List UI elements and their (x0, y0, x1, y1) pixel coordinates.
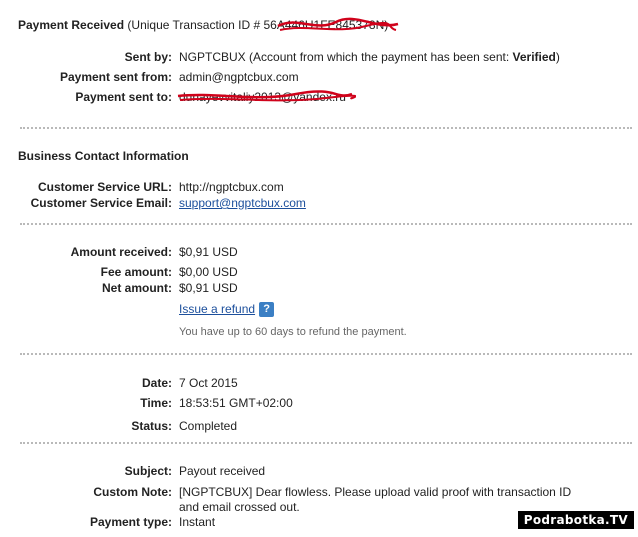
business-contact-heading: Business Contact Information (18, 149, 189, 163)
transaction-id-prefix: (Unique Transaction ID # (127, 18, 261, 32)
payment-to-value: dunayevvitaliy2013@yandex.ru (179, 90, 346, 104)
section-divider (20, 223, 632, 225)
watermark: Podrabotka.TV (517, 511, 634, 529)
transaction-header: Payment Received (Unique Transaction ID … (18, 18, 388, 32)
net-amount-label: Net amount: (102, 281, 172, 295)
verified-status: Verified (512, 50, 556, 64)
page-title: Payment Received (18, 18, 125, 32)
custom-note-line-1: [NGPTCBUX] Dear flowless. Please upload … (179, 485, 572, 499)
status-value: Completed (179, 419, 238, 433)
transaction-id-suffix: ) (384, 18, 389, 32)
section-divider (20, 127, 632, 129)
sent-by-value: NGPTCBUX (179, 50, 246, 64)
payment-from-label: Payment sent from: (59, 70, 172, 84)
custom-note-label: Custom Note: (93, 485, 172, 499)
sent-by-label: Sent by: (124, 50, 172, 64)
transaction-id: 56A446U1FE845378N (263, 18, 385, 32)
payment-type-label: Payment type: (89, 515, 172, 529)
customer-service-email-label: Customer Service Email: (30, 196, 172, 210)
fee-amount-label: Fee amount: (100, 265, 172, 279)
payment-from-value: admin@ngptcbux.com (179, 70, 299, 84)
fee-amount-value: $0,00 USD (179, 265, 238, 279)
date-value: 7 Oct 2015 (179, 376, 238, 390)
sent-by-note-suffix: ) (555, 50, 560, 64)
section-divider (20, 353, 632, 355)
net-amount-value: $0,91 USD (179, 281, 238, 295)
status-label: Status: (131, 419, 172, 433)
time-value: 18:53:51 GMT+02:00 (179, 396, 293, 410)
payment-type-value: Instant (179, 515, 216, 529)
customer-service-email-link[interactable]: support@ngptcbux.com (179, 196, 306, 210)
sent-by-note: (Account from which the payment has been… (249, 50, 510, 64)
payment-to-label: Payment sent to: (75, 90, 172, 104)
date-label: Date: (141, 376, 172, 390)
sent-by-value-row: NGPTCBUX (Account from which the payment… (179, 50, 560, 64)
subject-value: Payout received (179, 464, 266, 478)
amount-received-value: $0,91 USD (179, 245, 238, 259)
refund-note: You have up to 60 days to refund the pay… (179, 326, 407, 338)
time-label: Time: (140, 396, 172, 410)
amount-received-label: Amount received: (70, 245, 172, 259)
custom-note-line-2: and email crossed out. (179, 500, 300, 514)
section-divider (20, 442, 632, 444)
refund-row: Issue a refund? (179, 302, 275, 318)
subject-label: Subject: (124, 464, 172, 478)
customer-service-url-value: http://ngptcbux.com (179, 180, 284, 194)
help-icon[interactable]: ? (259, 302, 275, 318)
customer-service-url-label: Customer Service URL: (37, 180, 172, 194)
issue-refund-link[interactable]: Issue a refund (179, 302, 255, 316)
